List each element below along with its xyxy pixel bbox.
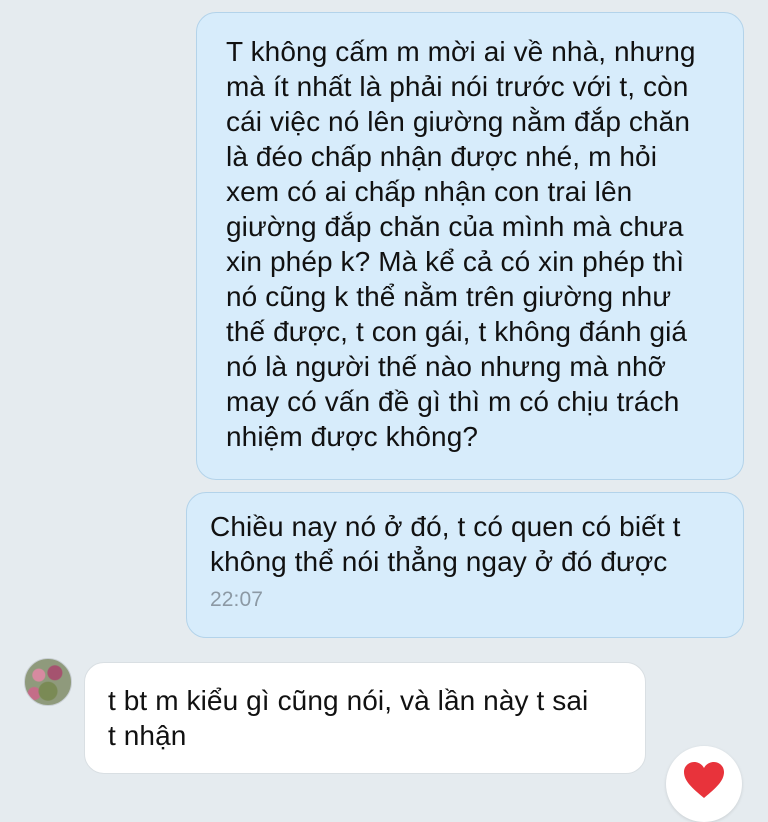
reaction-button[interactable] (666, 746, 742, 822)
message-text: t bt m kiểu gì cũng nói, và lần này t sa… (108, 685, 589, 751)
message-text: Chiều nay nó ở đó, t có quen có biết t k… (210, 511, 681, 577)
outgoing-message-bubble[interactable]: Chiều nay nó ở đó, t có quen có biết t k… (186, 492, 744, 638)
message-text: T không cấm m mời ai về nhà, nhưng mà ít… (226, 36, 696, 452)
message-timestamp: 22:07 (210, 588, 264, 611)
outgoing-message-bubble[interactable]: T không cấm m mời ai về nhà, nhưng mà ít… (196, 12, 744, 480)
heart-icon (684, 762, 724, 798)
avatar[interactable] (24, 658, 72, 706)
chat-thread: T không cấm m mời ai về nhà, nhưng mà ít… (0, 0, 768, 822)
incoming-message-bubble[interactable]: t bt m kiểu gì cũng nói, và lần này t sa… (84, 662, 646, 774)
